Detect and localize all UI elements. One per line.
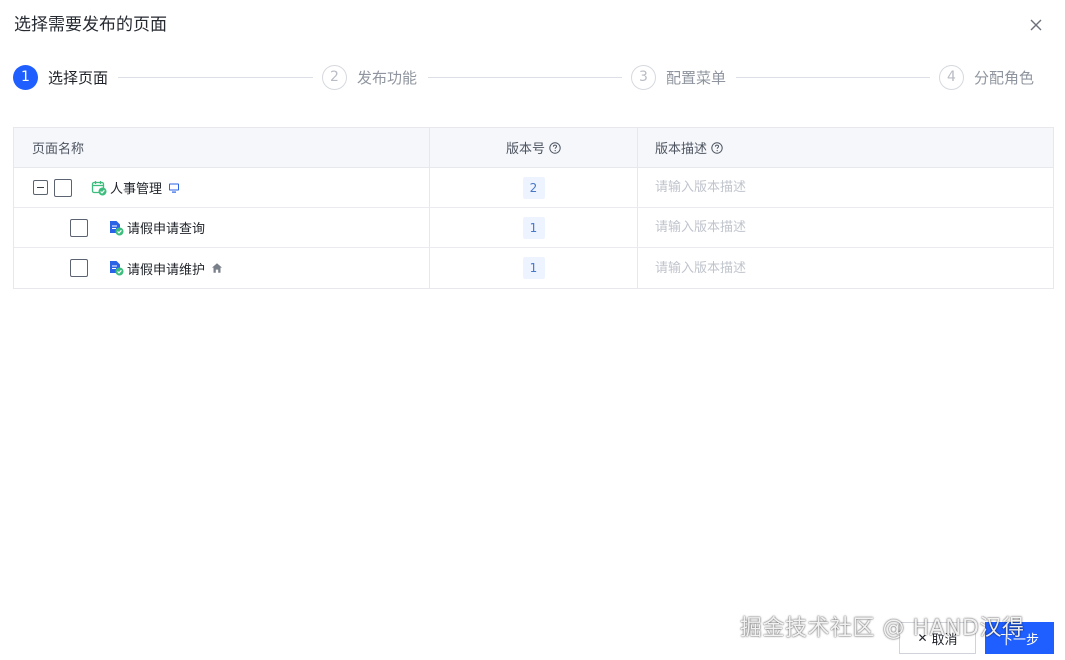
cell-version: 1 <box>430 248 638 288</box>
cell-version: 1 <box>430 208 638 247</box>
steps-bar: 1 选择页面 2 发布功能 3 配置菜单 4 分配角色 <box>13 64 1043 90</box>
desktop-icon <box>169 183 180 193</box>
step-label: 选择页面 <box>48 68 109 87</box>
cell-description <box>638 208 1053 247</box>
step-publish-function: 2 发布功能 <box>322 64 417 90</box>
version-badge: 1 <box>522 216 545 239</box>
cancel-label: 取消 <box>931 632 958 648</box>
step-label: 分配角色 <box>974 68 1035 87</box>
step-number: 3 <box>631 64 656 90</box>
table-row: 人事管理 2 <box>14 168 1053 208</box>
node-label: 请假申请维护 <box>127 262 206 278</box>
cancel-button[interactable]: ✕ 取消 <box>899 622 976 654</box>
table-row: 请假申请查询 1 <box>14 208 1053 248</box>
step-number: 1 <box>13 64 38 90</box>
next-step-button[interactable]: 下一步 <box>985 622 1054 654</box>
step-connector <box>428 77 622 78</box>
close-icon: ✕ <box>917 631 928 645</box>
table-header: 页面名称 版本号 版本描述 <box>14 128 1053 168</box>
description-input[interactable] <box>655 220 1053 235</box>
cell-name: 人事管理 <box>14 168 430 207</box>
step-connector <box>736 77 930 78</box>
cell-version: 2 <box>430 168 638 207</box>
step-number: 2 <box>322 64 347 90</box>
step-select-page: 1 选择页面 <box>13 64 108 90</box>
step-assign-roles: 4 分配角色 <box>939 64 1034 90</box>
node-label: 请假申请查询 <box>127 222 206 237</box>
step-label: 配置菜单 <box>666 68 727 87</box>
description-input[interactable] <box>655 260 1053 276</box>
help-icon[interactable] <box>711 141 723 154</box>
home-icon <box>212 263 223 273</box>
header-label: 版本号 <box>505 142 545 157</box>
cell-description <box>638 248 1053 288</box>
step-label: 发布功能 <box>357 68 418 87</box>
version-badge: 1 <box>522 257 545 279</box>
document-check-icon <box>110 220 124 235</box>
header-cell-version: 版本号 <box>430 128 638 167</box>
dialog-title: 选择需要发布的页面 <box>14 15 167 35</box>
description-input[interactable] <box>655 180 1053 195</box>
table-row: 请假申请维护 1 <box>14 248 1053 288</box>
header-cell-name: 页面名称 <box>14 128 430 167</box>
next-label: 下一步 <box>999 632 1039 648</box>
calendar-check-icon <box>91 180 107 195</box>
collapse-toggle[interactable] <box>33 180 48 195</box>
close-icon[interactable] <box>1027 16 1045 34</box>
cell-description <box>638 168 1053 207</box>
document-check-icon <box>110 261 124 276</box>
help-icon[interactable] <box>549 141 561 154</box>
pages-table: 页面名称 版本号 版本描述 人事管理 2 请输入版本描述 请假申请查询 1 请输… <box>13 127 1054 289</box>
step-connector <box>118 77 313 78</box>
watermark: 掘金技术社区 @ HAND汉得 <box>740 616 1025 641</box>
step-configure-menu: 3 配置菜单 <box>631 64 726 90</box>
version-badge: 2 <box>522 176 545 199</box>
dialog-header: 选择需要发布的页面 <box>14 14 1051 38</box>
node-label: 人事管理 <box>110 182 163 197</box>
step-number: 4 <box>939 64 964 90</box>
cell-name: 请假申请维护 <box>14 248 430 288</box>
header-cell-description: 版本描述 <box>638 128 1053 167</box>
row-checkbox[interactable] <box>54 178 72 197</box>
row-checkbox[interactable] <box>70 218 88 237</box>
header-label: 页面名称 <box>32 142 85 157</box>
row-checkbox[interactable] <box>70 259 88 277</box>
header-label: 版本描述 <box>655 142 708 157</box>
cell-name: 请假申请查询 <box>14 208 430 247</box>
